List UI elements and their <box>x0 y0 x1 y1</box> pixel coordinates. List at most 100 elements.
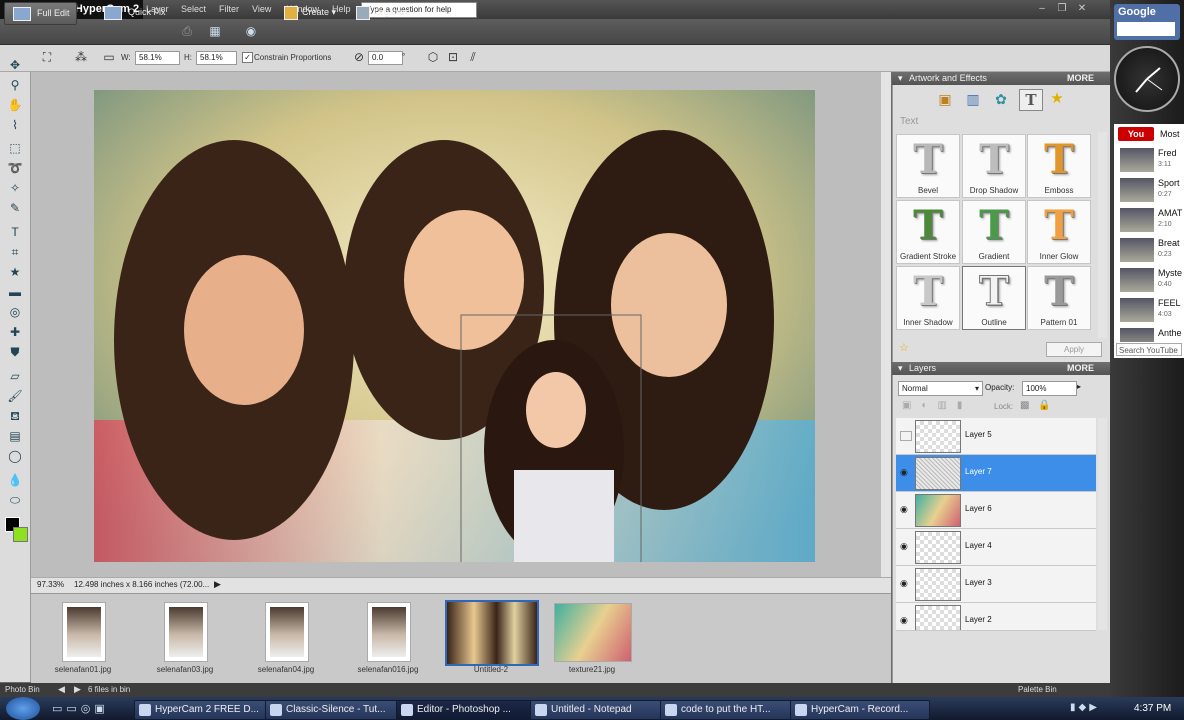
lasso-tool-icon[interactable]: ➰ <box>7 160 23 176</box>
layers-more-button[interactable]: MORE <box>1067 362 1094 375</box>
effect-gradient[interactable]: T Gradient <box>962 200 1026 264</box>
shape-tool-icon[interactable]: ★ <box>7 264 23 280</box>
eye-icon[interactable]: ◉ <box>900 616 910 625</box>
effects-scrollbar[interactable] <box>1098 132 1107 338</box>
menu-filter[interactable]: Filter <box>219 0 239 19</box>
visibility-toggle[interactable] <box>900 431 912 441</box>
full-edit-button[interactable]: Full Edit <box>4 2 77 25</box>
bin-thumbnail[interactable] <box>164 602 208 662</box>
layer-row[interactable]: ◉ Layer 3 <box>896 566 1096 603</box>
taskbar-button[interactable]: HyperCam 2 FREE D... <box>134 700 270 720</box>
brush-tool-icon[interactable]: 🖌 <box>7 388 23 404</box>
close-icon[interactable]: ✕ <box>1076 3 1088 15</box>
youtube-search-input[interactable]: Search YouTube <box>1116 343 1182 356</box>
effect-gradient-stroke[interactable]: T Gradient Stroke <box>896 200 960 264</box>
youtube-video-item[interactable]: Breat 0:23 <box>1118 236 1184 264</box>
document-canvas[interactable] <box>94 90 815 562</box>
collapse-icon[interactable]: ▾ <box>892 73 903 83</box>
artwork-more-button[interactable]: MORE <box>1067 72 1094 85</box>
effect-emboss[interactable]: T Emboss <box>1027 134 1091 198</box>
artwork-effects-header[interactable]: ▾ Artwork and Effects MORE <box>892 72 1110 85</box>
status-menu-arrow-icon[interactable]: ▶ <box>214 579 221 590</box>
themes-icon[interactable]: ▥ <box>966 92 980 106</box>
width-input[interactable]: 58.1% <box>135 51 180 65</box>
collapse-icon[interactable]: ▾ <box>892 363 903 373</box>
paint-bucket-tool-icon[interactable]: ⛾ <box>7 408 23 424</box>
layer-row[interactable]: Layer 5 <box>896 418 1096 455</box>
eye-icon[interactable]: ◉ <box>900 579 910 588</box>
text-effects-icon[interactable]: T <box>1019 89 1043 111</box>
canvas-vertical-scrollbar[interactable] <box>881 72 891 577</box>
taskbar-button[interactable]: Classic-Silence - Tut... <box>265 700 405 720</box>
layer-row[interactable]: ◉ Layer 2 <box>896 603 1096 631</box>
tray-icons[interactable]: ▮◆▶ <box>1070 702 1100 713</box>
effect-drop-shadow[interactable]: T Drop Shadow <box>962 134 1026 198</box>
effect-inner-glow[interactable]: T Inner Glow <box>1027 200 1091 264</box>
scale-mode-icon[interactable]: ⊡ <box>446 50 460 64</box>
minimize-icon[interactable]: – <box>1036 3 1048 15</box>
clone-stamp-tool-icon[interactable]: ⛊ <box>7 344 23 360</box>
eraser-tool-icon[interactable]: ▱ <box>7 368 23 384</box>
eye-icon[interactable]: ◉ <box>900 468 910 477</box>
quick-fix-button[interactable]: Quick Fix <box>96 2 172 23</box>
hand-tool-icon[interactable]: ✋ <box>7 97 23 113</box>
bin-thumbnail-selected[interactable] <box>445 600 539 666</box>
favorites-star-icon[interactable]: ★ <box>1050 91 1064 106</box>
cookie-cutter-tool-icon[interactable]: ▬ <box>7 284 23 300</box>
burn-icon[interactable]: ◉ <box>244 24 258 38</box>
share-icon[interactable]: ▦ <box>208 24 222 38</box>
create-button[interactable]: Create ▾ <box>278 2 342 23</box>
effect-bevel[interactable]: T Bevel <box>896 134 960 198</box>
effect-outline[interactable]: T Outline <box>962 266 1026 330</box>
height-input[interactable]: 58.1% <box>196 51 237 65</box>
quick-launch-icons[interactable]: ▭▭◎▣ <box>52 702 109 715</box>
layer-row-selected[interactable]: ◉ Layer 7 <box>896 455 1096 492</box>
youtube-video-item[interactable]: AMAT 2:10 <box>1118 206 1184 234</box>
youtube-video-item[interactable]: Sport 0:27 <box>1118 176 1184 204</box>
add-favorite-star-icon[interactable]: ☆ <box>899 341 909 354</box>
type-tool-icon[interactable]: T <box>7 224 23 240</box>
opacity-input[interactable]: 100% <box>1022 381 1077 396</box>
youtube-video-item[interactable]: Myste 0:40 <box>1118 266 1184 294</box>
eyedropper-tool-icon[interactable]: ⌇ <box>7 117 23 133</box>
move-tool-icon[interactable]: ✥ <box>7 57 23 73</box>
constrain-checkbox[interactable]: ✓ <box>242 52 253 63</box>
skew-mode-icon[interactable]: ⫽ <box>466 50 480 64</box>
blend-mode-select[interactable]: Normal ▾ <box>898 381 983 396</box>
reference-point-icon[interactable]: ⁂ <box>74 50 88 64</box>
eye-icon[interactable]: ◉ <box>900 505 910 514</box>
menu-view[interactable]: View <box>252 0 271 19</box>
rotate-mode-icon[interactable]: ⬡ <box>426 50 440 64</box>
angle-input[interactable]: 0.0 <box>368 51 403 65</box>
healing-brush-tool-icon[interactable]: ✚ <box>7 324 23 340</box>
gradient-tool-icon[interactable]: ▤ <box>7 428 23 444</box>
youtube-video-item[interactable]: Fred 3:11 <box>1118 146 1184 174</box>
blur-tool-icon[interactable]: ◯ <box>7 448 23 464</box>
crop-tool-icon[interactable]: ⌗ <box>7 244 23 260</box>
marquee-tool-icon[interactable]: ⬚ <box>7 140 23 156</box>
dodge-tool-icon[interactable]: ⬭ <box>7 492 23 508</box>
palette-bin-label[interactable]: Palette Bin <box>1018 685 1057 694</box>
red-eye-tool-icon[interactable]: ◎ <box>7 304 23 320</box>
transform-icon[interactable]: ⛶ <box>40 50 54 64</box>
artwork-icon[interactable]: ▣ <box>938 92 952 106</box>
eye-icon[interactable]: ◉ <box>900 542 910 551</box>
layers-scrollbar[interactable] <box>1098 418 1107 630</box>
selection-brush-tool-icon[interactable]: ✎ <box>7 200 23 216</box>
zoom-level[interactable]: 97.33% <box>37 580 64 589</box>
lock-transparency-icon[interactable]: ▩ <box>1020 400 1029 411</box>
bin-thumbnail[interactable] <box>554 603 632 662</box>
zoom-tool-icon[interactable]: ⚲ <box>7 77 23 93</box>
effect-pattern-01[interactable]: T Pattern 01 <box>1027 266 1091 330</box>
bin-thumbnail[interactable] <box>265 602 309 662</box>
lock-all-icon[interactable]: 🔒 <box>1038 400 1050 411</box>
taskbar-clock[interactable]: 4:37 PM <box>1134 703 1171 714</box>
google-search-input[interactable] <box>1117 22 1175 36</box>
background-color-swatch[interactable] <box>13 527 28 542</box>
layer-row[interactable]: ◉ Layer 6 <box>896 492 1096 529</box>
layer-action-icons[interactable]: ▣◐▥▮ <box>902 400 972 411</box>
organize-button[interactable]: Organize <box>350 2 417 23</box>
youtube-most-tab[interactable]: Most <box>1160 129 1180 139</box>
layers-header[interactable]: ▾ Layers MORE <box>892 362 1110 375</box>
taskbar-button[interactable]: Untitled - Notepad <box>530 700 672 720</box>
